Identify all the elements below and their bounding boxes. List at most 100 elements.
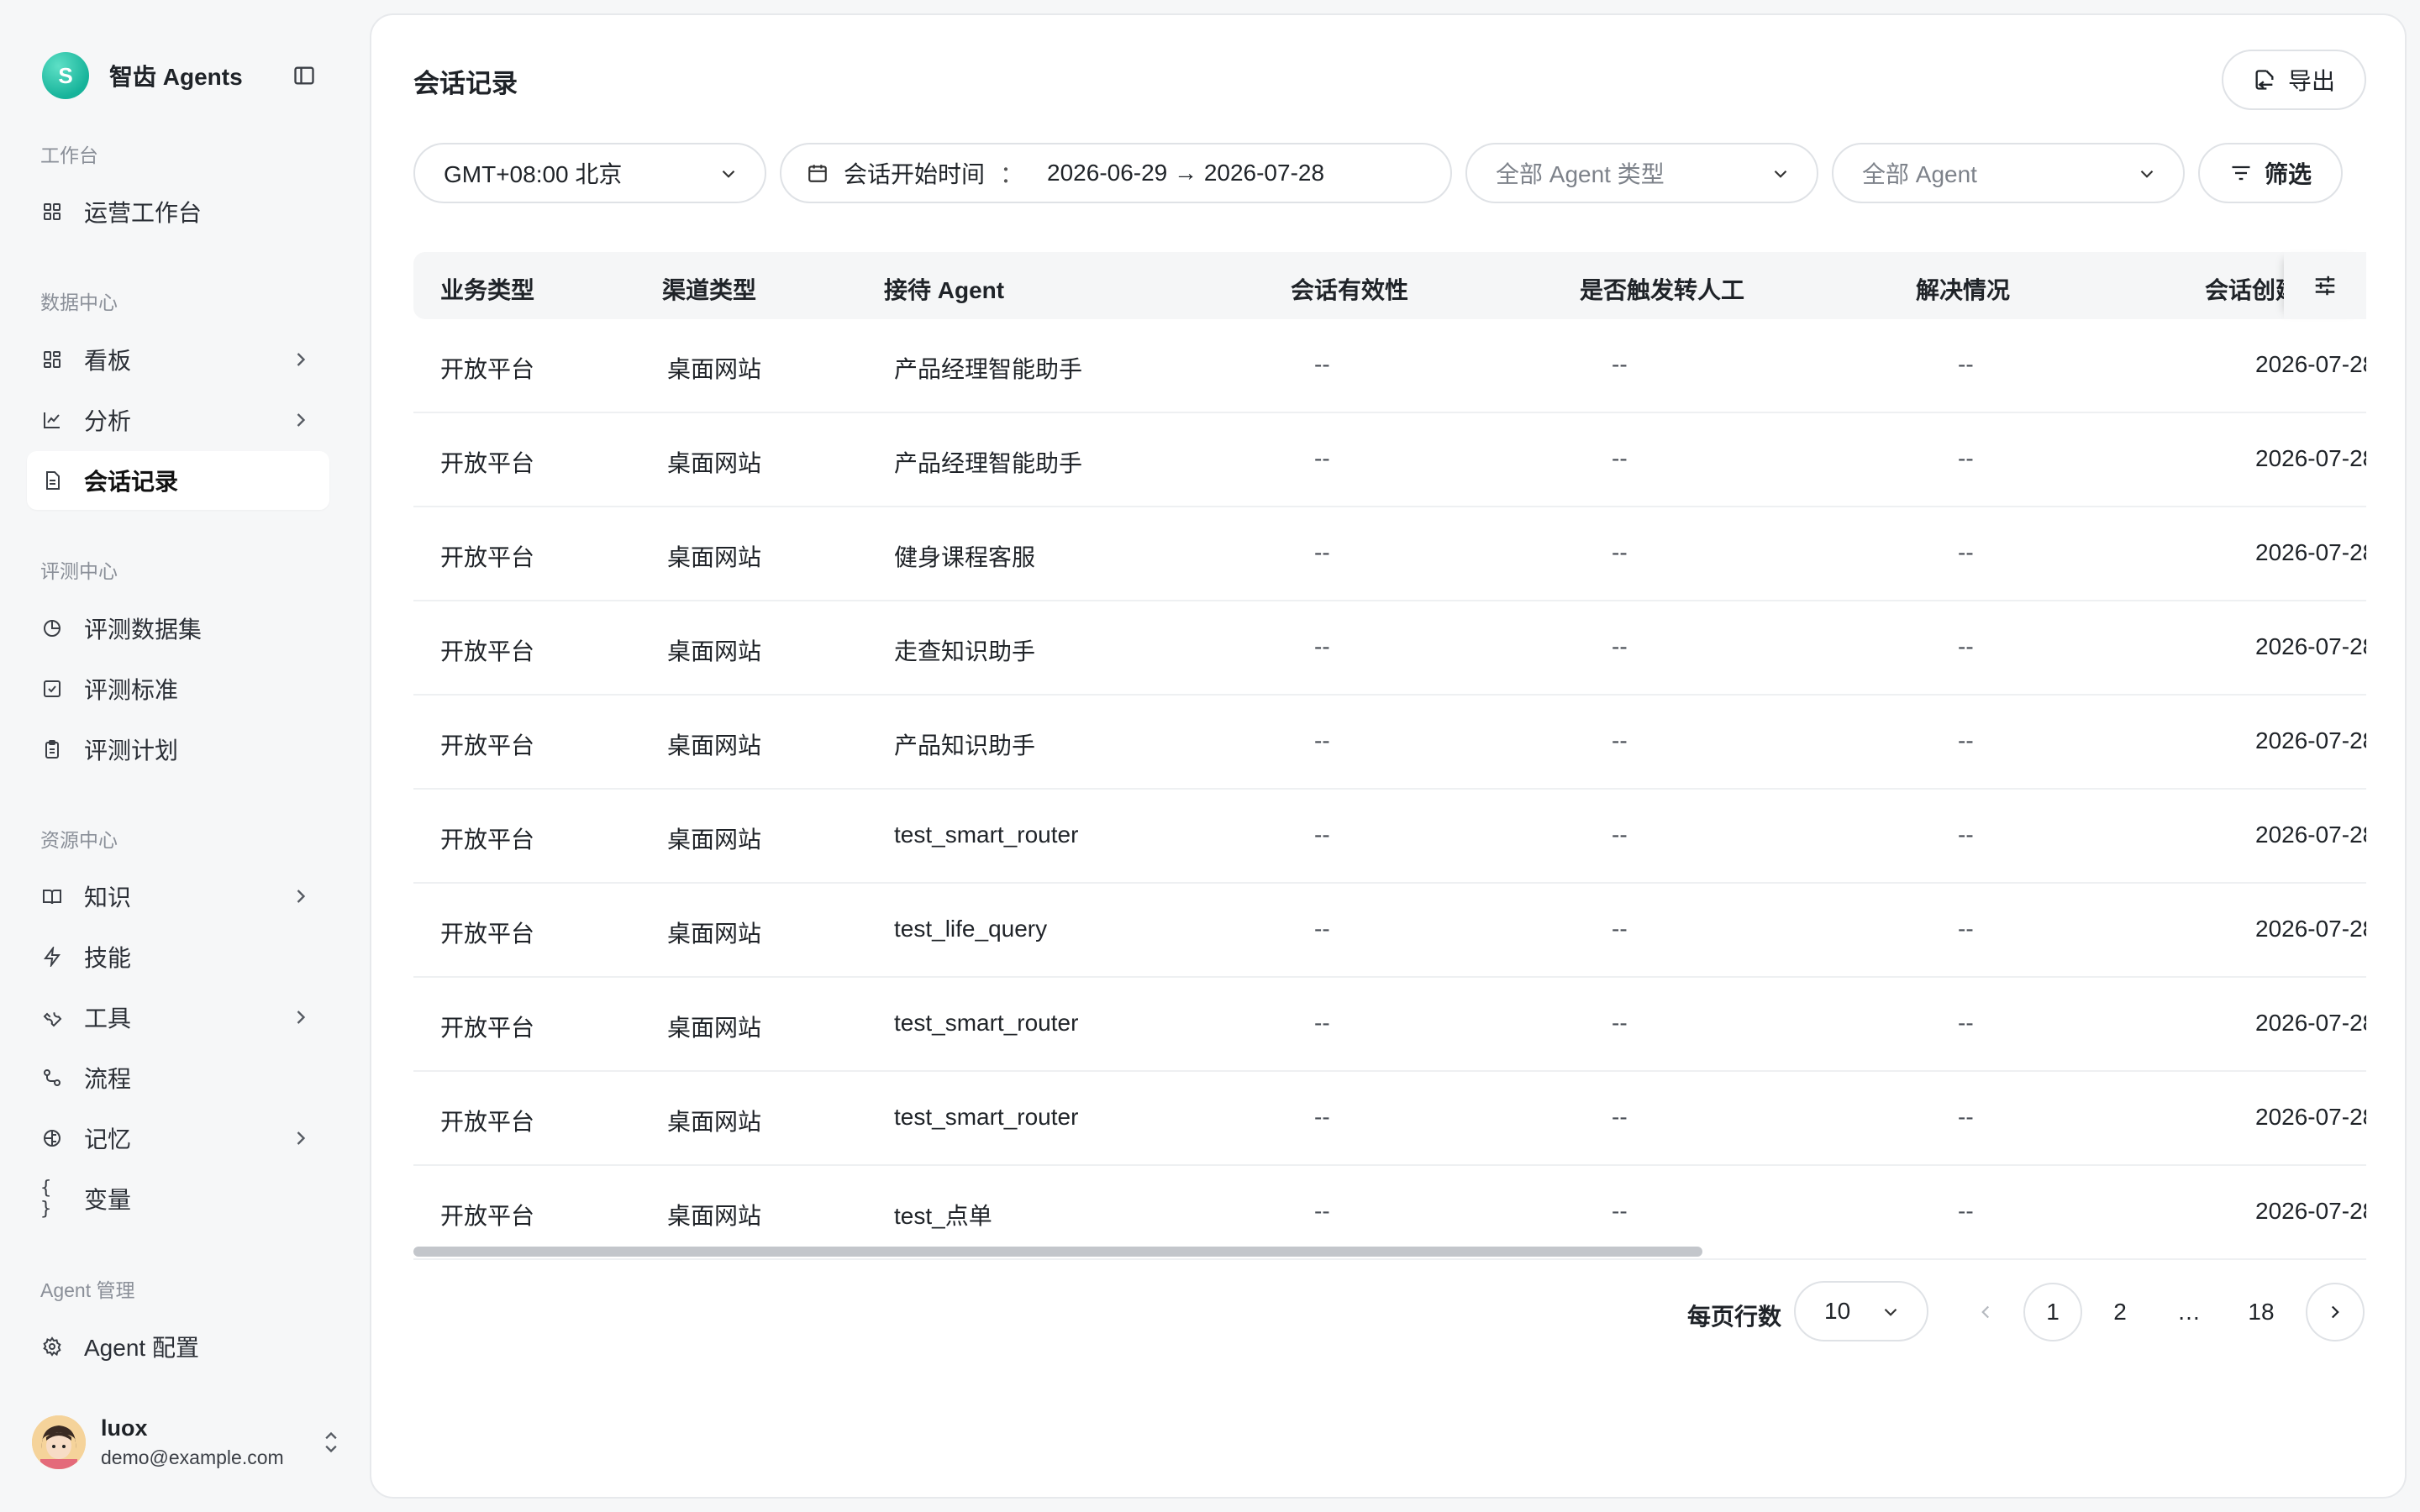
sidebar-item-conversations[interactable]: 会话记录 <box>27 451 329 510</box>
cell-handoff: -- <box>1612 1104 1628 1130</box>
col-header-resolution[interactable]: 解决情况 <box>1916 272 2010 306</box>
prev-page-button[interactable] <box>1956 1283 2015 1341</box>
cell-agent: 产品知识助手 <box>894 732 1036 759</box>
table-row[interactable]: 开放平台 桌面网站 test_life_query -- -- -- 2026-07-28 <box>413 884 2366 978</box>
rows-per-page-label: 每页行数 <box>1687 1304 1782 1330</box>
chevron-right-icon <box>2331 1305 2339 1319</box>
cell-agent: test_点单 <box>894 1203 992 1229</box>
sidebar-item-label: 知识 <box>84 885 132 911</box>
page-button-18[interactable]: 18 <box>2232 1283 2291 1341</box>
cell-channel: 桌面网站 <box>667 1109 762 1135</box>
cell-biz-type: 开放平台 <box>440 638 535 664</box>
chevron-right-icon <box>289 885 313 908</box>
brand[interactable]: S 智齿 Agents <box>42 52 243 99</box>
cell-created: 2026-07-28 <box>2255 1010 2366 1036</box>
sidebar-item-flows[interactable]: 流程 <box>27 1048 329 1107</box>
date-range-label: 会话开始时间 <box>844 161 986 187</box>
cell-channel: 桌面网站 <box>667 1203 762 1229</box>
sidebar-item-analytics[interactable]: 分析 <box>27 391 329 449</box>
cell-resolution: -- <box>1958 445 1974 471</box>
export-icon <box>2255 70 2274 90</box>
cell-handoff: -- <box>1612 539 1628 565</box>
chevron-down-icon <box>1880 1301 1902 1323</box>
horizontal-scrollbar-thumb[interactable] <box>413 1247 1702 1257</box>
sidebar-item-ops-workbench[interactable]: 运营工作台 <box>27 182 329 241</box>
cell-channel: 桌面网站 <box>667 638 762 664</box>
sidebar-item-eval-criteria[interactable]: 评测标准 <box>27 659 329 718</box>
table-row[interactable]: 开放平台 桌面网站 健身课程客服 -- -- -- 2026-07-28 <box>413 507 2366 601</box>
agent-type-select[interactable]: 全部 Agent 类型 <box>1465 143 1818 203</box>
table-row[interactable]: 开放平台 桌面网站 产品知识助手 -- -- -- 2026-07-28 <box>413 696 2366 790</box>
cell-validity: -- <box>1314 445 1330 471</box>
conversation-table: 业务类型 渠道类型 接待 Agent 会话有效性 是否触发转人工 解决情况 会话… <box>413 237 2366 1270</box>
cell-resolution: -- <box>1958 1010 1974 1036</box>
cell-resolution: -- <box>1958 916 1974 942</box>
calendar-icon <box>808 165 827 182</box>
sidebar-item-dashboard[interactable]: 看板 <box>27 330 329 389</box>
cell-handoff: -- <box>1612 727 1628 753</box>
cell-agent: test_smart_router <box>894 1104 1079 1130</box>
table-row[interactable]: 开放平台 桌面网站 test_smart_router -- -- -- 2026-07-2… <box>413 978 2366 1072</box>
filter-button[interactable]: 筛选 <box>2198 143 2343 203</box>
sidebar-item-knowledge[interactable]: 知识 <box>27 867 329 926</box>
chevron-right-icon <box>289 1126 313 1150</box>
sidebar-item-eval-plans[interactable]: 评测计划 <box>27 720 329 779</box>
col-header-validity[interactable]: 会话有效性 <box>1291 272 1408 306</box>
section-eval-center: 评测中心 <box>40 560 118 582</box>
sidebar-item-label: Agent 配置 <box>84 1335 199 1361</box>
export-button[interactable]: 导出 <box>2222 50 2366 110</box>
cell-resolution: -- <box>1958 539 1974 565</box>
chevron-left-icon <box>1981 1305 1990 1319</box>
col-header-biz-type[interactable]: 业务类型 <box>440 272 534 306</box>
column-settings-icon[interactable] <box>2284 252 2366 319</box>
page-button-2[interactable]: 2 <box>2091 1283 2149 1341</box>
sidebar-item-memory[interactable]: 记忆 <box>27 1109 329 1168</box>
col-header-handoff[interactable]: 是否触发转人工 <box>1580 272 1744 306</box>
sidebar-collapse-icon[interactable] <box>292 64 316 87</box>
agent-select[interactable]: 全部 Agent <box>1832 143 2185 203</box>
table-row[interactable]: 开放平台 桌面网站 产品经理智能助手 -- -- -- 2026-07-28 <box>413 413 2366 507</box>
cell-validity: -- <box>1314 916 1330 942</box>
date-range-picker[interactable]: 会话开始时间 ： 2026-06-29 → 2026-07-28 <box>780 143 1452 203</box>
cell-created: 2026-07-28 <box>2255 1104 2366 1130</box>
table-header: 业务类型 渠道类型 接待 Agent 会话有效性 是否触发转人工 解决情况 会话… <box>413 252 2366 319</box>
page-button-1[interactable]: 1 <box>2023 1283 2082 1341</box>
cell-biz-type: 开放平台 <box>440 450 535 476</box>
page-ellipsis[interactable]: … <box>2160 1283 2218 1341</box>
sidebar: S 智齿 Agents 工作台 运营工作台 数据中心 看板 分析 会话记录 评测… <box>0 0 368 1512</box>
cell-agent: test_smart_router <box>894 822 1079 848</box>
sidebar-item-skills[interactable]: 技能 <box>27 927 329 986</box>
document-icon <box>40 469 64 492</box>
cell-biz-type: 开放平台 <box>440 1109 535 1135</box>
sidebar-item-tools[interactable]: 工具 <box>27 988 329 1047</box>
clipboard-icon <box>40 738 64 761</box>
next-page-button[interactable] <box>2306 1283 2365 1341</box>
section-agent-mgmt: Agent 管理 <box>40 1279 135 1301</box>
user-menu[interactable]: luox demo@example.com <box>32 1411 343 1473</box>
chevron-up-down-icon[interactable] <box>319 1428 343 1457</box>
cell-validity: -- <box>1314 351 1330 377</box>
cell-agent: 产品经理智能助手 <box>894 450 1083 476</box>
table-row[interactable]: 开放平台 桌面网站 test_smart_router -- -- -- 2026-07-2… <box>413 1072 2366 1166</box>
timezone-select[interactable]: GMT+08:00 北京 <box>413 143 766 203</box>
cell-channel: 桌面网站 <box>667 732 762 759</box>
sidebar-item-label: 工具 <box>84 1005 132 1032</box>
table-row[interactable]: 开放平台 桌面网站 产品经理智能助手 -- -- -- 2026-07-28 <box>413 319 2366 413</box>
table-row[interactable]: 开放平台 桌面网站 test_smart_router -- -- -- 2026-07-2… <box>413 790 2366 884</box>
timezone-value: GMT+08:00 北京 <box>444 161 623 187</box>
horizontal-scrollbar[interactable] <box>413 1247 2366 1257</box>
sidebar-item-variables[interactable]: { } 变量 <box>27 1169 329 1228</box>
table-row[interactable]: 开放平台 桌面网站 走查知识助手 -- -- -- 2026-07-28 <box>413 601 2366 696</box>
cell-channel: 桌面网站 <box>667 827 762 853</box>
rows-per-page-select[interactable]: 10 <box>1794 1281 1928 1341</box>
cell-agent: 健身课程客服 <box>894 544 1036 570</box>
col-header-channel[interactable]: 渠道类型 <box>662 272 756 306</box>
sidebar-item-eval-datasets[interactable]: 评测数据集 <box>27 599 329 658</box>
cell-handoff: -- <box>1612 1010 1628 1036</box>
sidebar-item-agent-config[interactable]: Agent 配置 <box>27 1317 329 1376</box>
section-workbench: 工作台 <box>40 144 98 166</box>
chevron-right-icon <box>289 408 313 432</box>
main-panel: 会话记录 导出 GMT+08:00 北京 会话开始时间 ： 2026-06-29… <box>370 13 2407 1499</box>
user-name: luox <box>101 1415 148 1441</box>
col-header-agent[interactable]: 接待 Agent <box>884 272 1004 306</box>
